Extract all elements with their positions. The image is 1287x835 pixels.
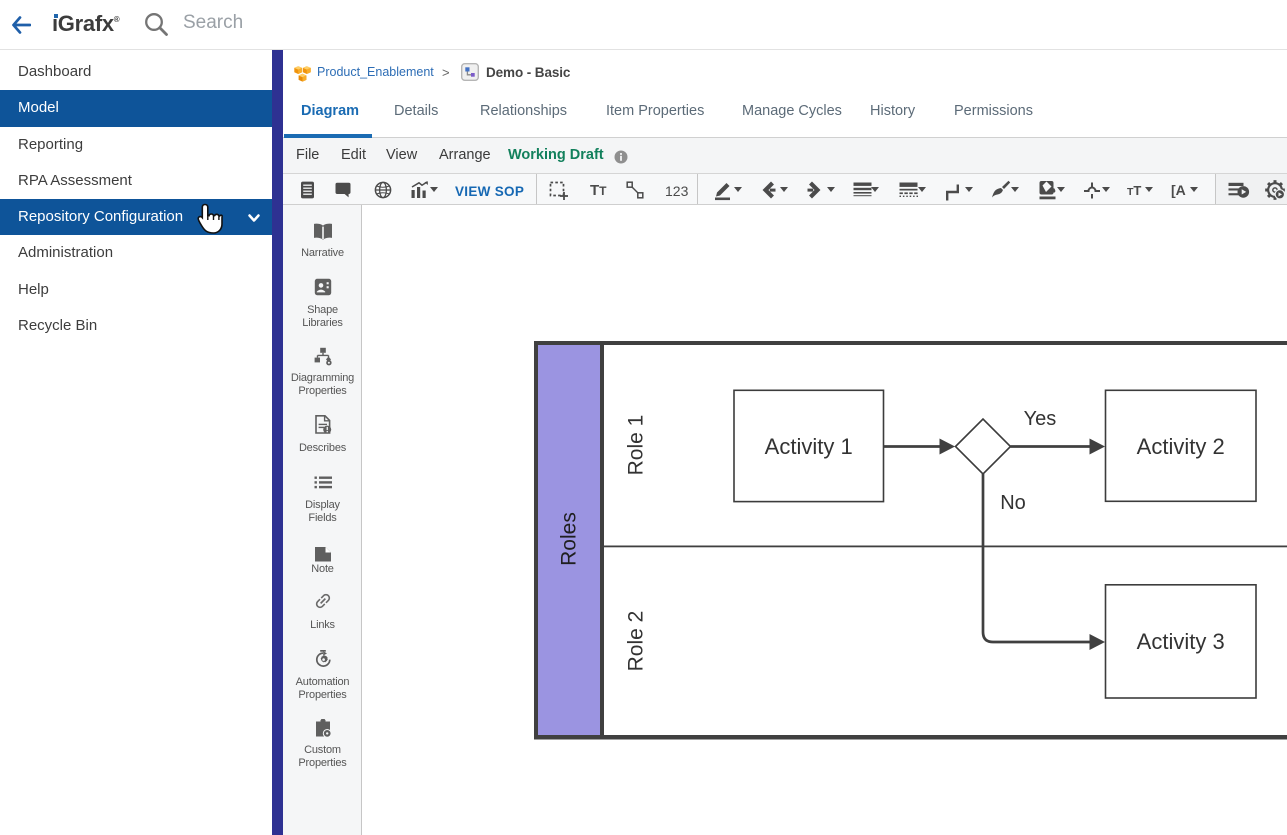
svg-text:Roles: Roles: [558, 512, 581, 566]
svg-text:Role 1: Role 1: [625, 415, 648, 476]
svg-text:Role 2: Role 2: [625, 611, 648, 672]
svg-text:Activity 3: Activity 3: [1137, 629, 1225, 654]
svg-text:Activity 2: Activity 2: [1137, 434, 1225, 459]
svg-text:Yes: Yes: [1024, 408, 1057, 430]
svg-text:Activity 1: Activity 1: [765, 434, 853, 459]
svg-text:No: No: [1000, 492, 1026, 514]
